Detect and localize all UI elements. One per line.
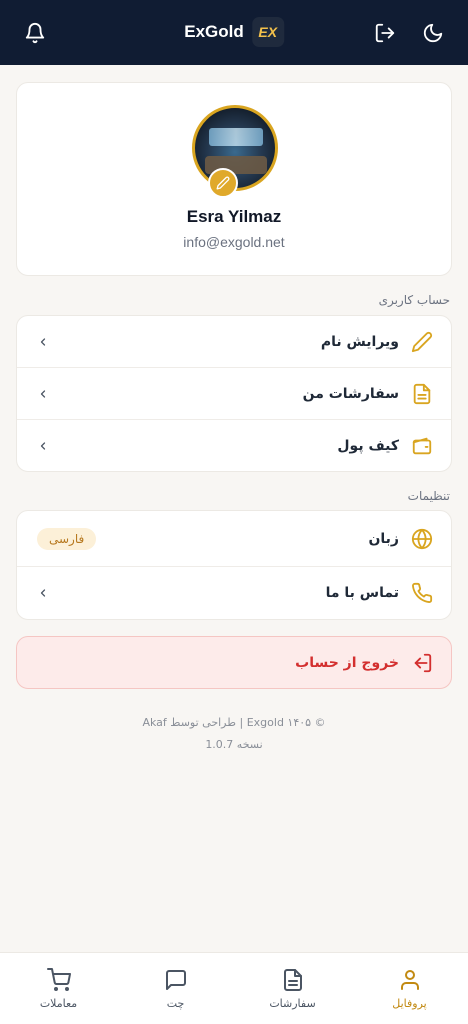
document-icon — [283, 968, 302, 991]
language-value-badge[interactable]: فارسی — [37, 527, 97, 550]
chevron-left-icon — [40, 389, 46, 398]
settings-section-title: تنظیمات — [407, 489, 450, 503]
menu-item-language[interactable]: فارسی زبان — [17, 511, 451, 567]
menu-item-label: زبان — [368, 530, 399, 547]
document-icon — [413, 383, 431, 404]
settings-menu: فارسی زبان تماس با ما — [16, 510, 452, 620]
menu-item-content: زبان — [368, 528, 433, 550]
menu-item-wallet[interactable]: کیف پول — [17, 420, 451, 472]
globe-icon — [411, 528, 433, 549]
nav-chat[interactable]: چت — [136, 968, 216, 1010]
chevron-left-icon — [40, 589, 46, 597]
nav-label: سفارشات — [269, 996, 316, 1010]
top-bar: ExGold EX — [0, 0, 468, 65]
chevron-left-icon — [40, 442, 46, 450]
brand: ExGold EX — [184, 17, 284, 47]
menu-item-contact[interactable]: تماس با ما — [17, 567, 451, 619]
logout-icon[interactable] — [372, 20, 398, 46]
menu-item-content: کیف پول — [337, 435, 433, 457]
cart-icon — [46, 967, 71, 991]
logout-button[interactable]: خروج از حساب — [16, 636, 452, 689]
wallet-icon — [412, 437, 432, 455]
header-actions — [372, 20, 446, 46]
brand-logo-text: EX — [258, 24, 278, 40]
bottom-nav: معاملات چت سفارشات پروفایل — [0, 952, 468, 1024]
bell-icon[interactable] — [22, 20, 48, 46]
phone-icon — [412, 582, 433, 604]
profile-card: Esra Yilmaz info@exgold.net — [16, 82, 452, 276]
chevron-left-icon — [40, 337, 46, 346]
avatar-wrap — [192, 105, 278, 198]
nav-profile[interactable]: پروفایل — [370, 968, 450, 1010]
profile-email: info@exgold.net — [183, 234, 285, 250]
user-icon — [400, 969, 419, 990]
menu-item-my-orders[interactable]: سفارشات من — [17, 368, 451, 420]
menu-item-label: سفارشات من — [302, 385, 399, 402]
brand-name: ExGold — [184, 22, 244, 41]
menu-item-content: تماس با ما — [326, 582, 433, 604]
menu-item-content: سفارشات من — [303, 383, 433, 405]
logout-label: خروج از حساب — [295, 654, 399, 671]
nav-label: چت — [166, 996, 185, 1010]
nav-label: پروفایل — [392, 996, 427, 1010]
account-section-title: حساب کاربری — [378, 293, 450, 307]
pencil-icon — [411, 331, 433, 352]
menu-item-content: ویرایش نام — [321, 331, 433, 353]
chat-icon — [165, 969, 186, 990]
footer-credit: © Exgold ۱۴۰۵ | طراحی توسط Akaf — [142, 716, 326, 729]
nav-trades[interactable]: معاملات — [19, 967, 99, 1010]
logout-icon — [414, 653, 432, 672]
profile-name: Esra Yilmaz — [186, 207, 282, 226]
nav-label: معاملات — [39, 996, 78, 1010]
pencil-icon[interactable] — [208, 168, 238, 198]
footer-version: نسخه 1.0.7 — [205, 738, 263, 751]
account-menu: ویرایش نام سفارشات من کیف پول — [16, 315, 452, 472]
menu-item-label: تماس با ما — [325, 585, 399, 601]
moon-icon[interactable] — [420, 20, 446, 46]
menu-item-edit-name[interactable]: ویرایش نام — [17, 316, 451, 368]
menu-item-label: کیف پول — [337, 438, 399, 454]
nav-orders[interactable]: سفارشات — [253, 968, 333, 1010]
menu-item-label: ویرایش نام — [320, 333, 399, 350]
brand-logo: EX — [251, 17, 284, 47]
